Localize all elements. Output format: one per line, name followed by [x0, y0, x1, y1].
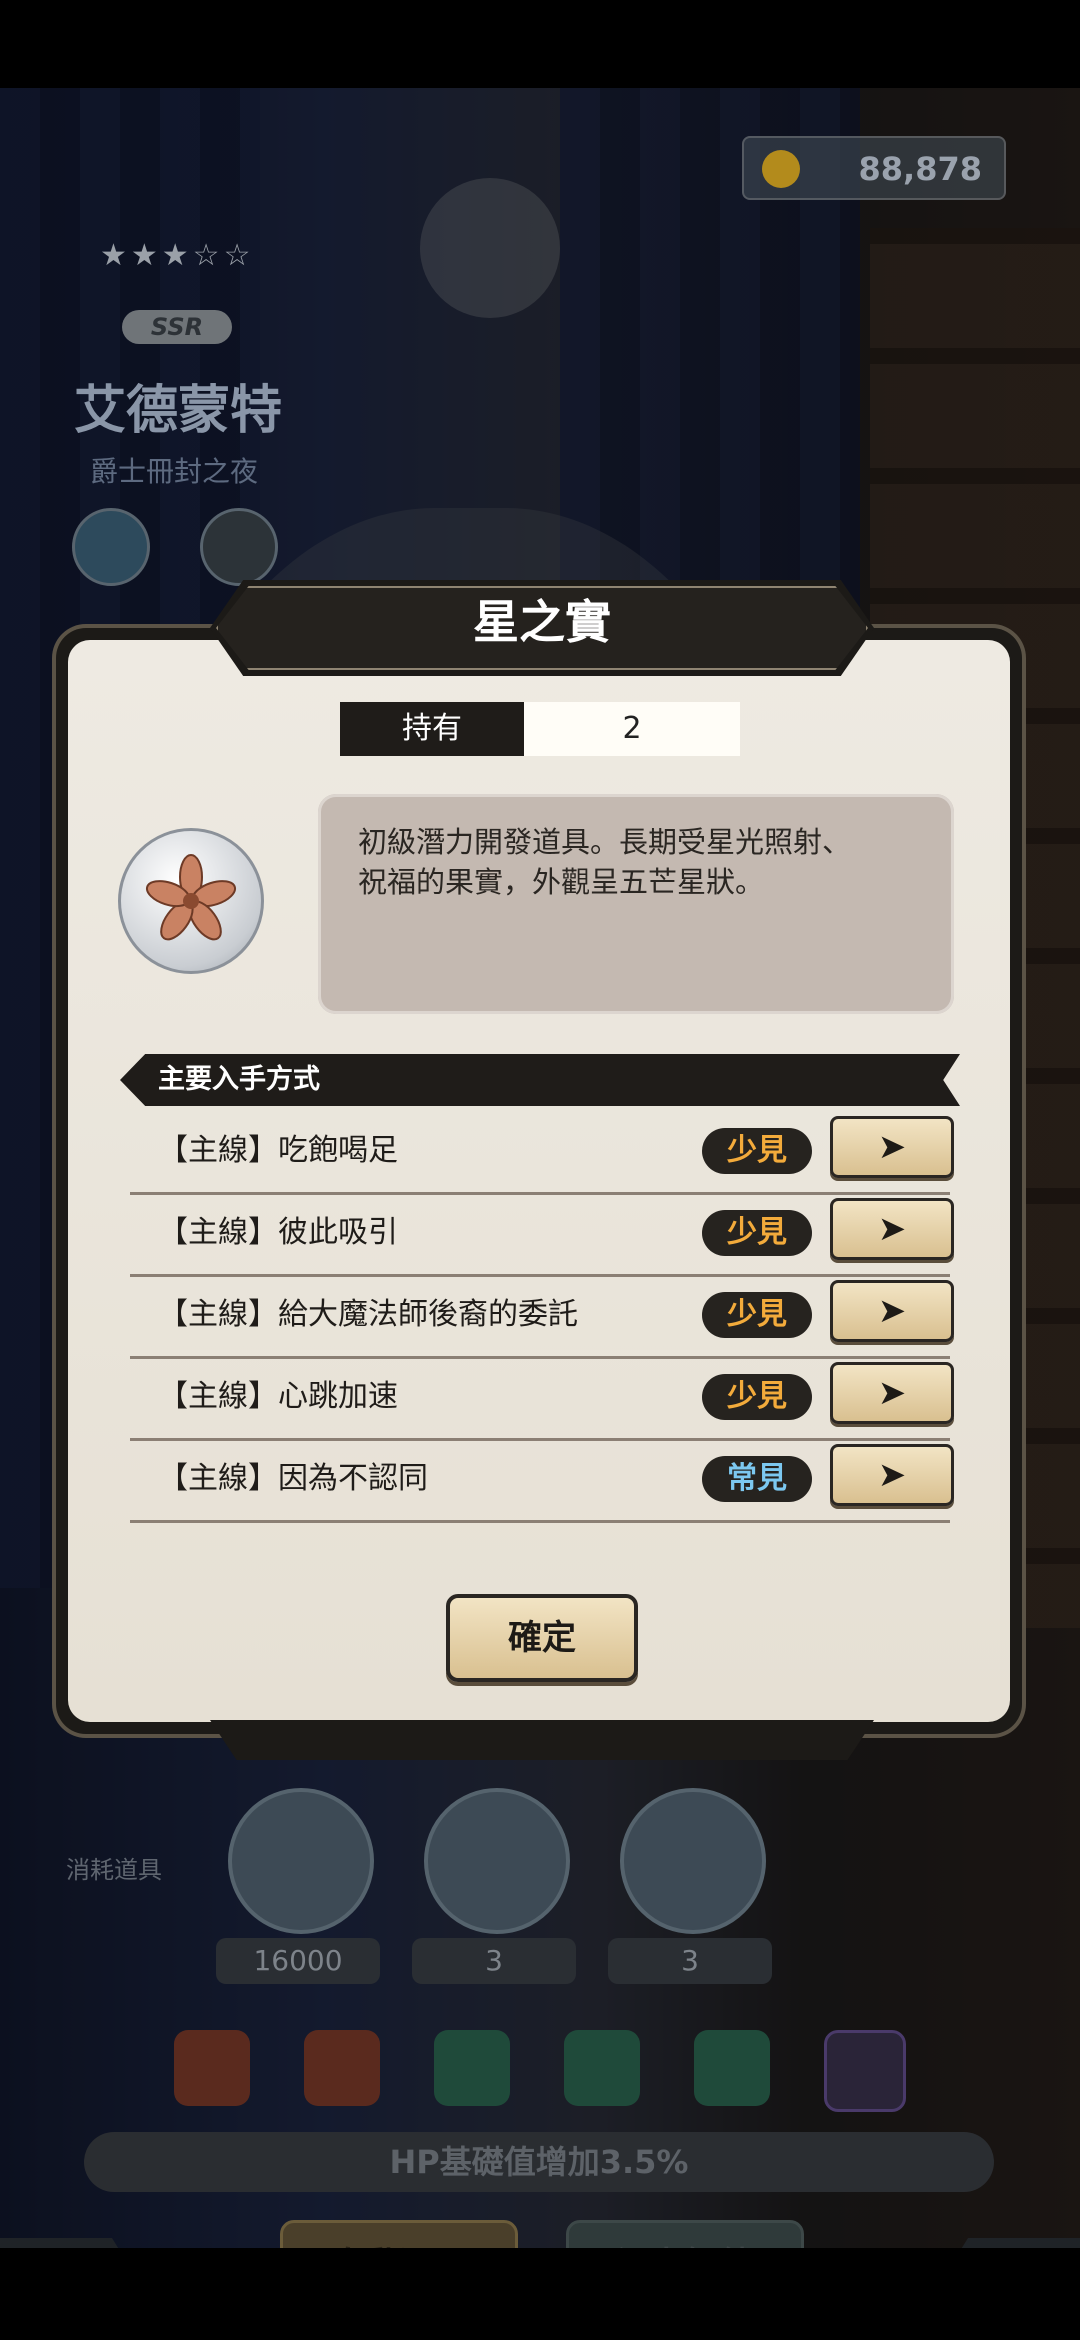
source-row: 【主線】給大魔法師後裔的委託 少見 ➤ [130, 1274, 954, 1359]
go-button[interactable]: ➤ [830, 1444, 954, 1506]
materials-label: 消耗道具 [66, 1856, 162, 1884]
go-button[interactable]: ➤ [830, 1116, 954, 1178]
currency-value: 88,878 [858, 150, 982, 188]
source-row: 【主線】心跳加速 少見 ➤ [130, 1356, 954, 1441]
source-label: 【主線】心跳加速 [158, 1379, 398, 1414]
confirm-button[interactable]: 確定 [446, 1594, 638, 1682]
source-label: 【主線】彼此吸引 [158, 1215, 398, 1250]
source-label: 【主線】因為不認同 [158, 1461, 428, 1496]
acquisition-section-title: 主要入手方式 [158, 1064, 320, 1095]
play-arrow-icon: ➤ [877, 1209, 907, 1249]
dialog-title: 星之實 [473, 595, 611, 649]
unlock-button[interactable]: 潛力解鎖 [566, 2220, 804, 2248]
coin-icon [762, 150, 800, 188]
source-label: 【主線】給大魔法師後裔的委託 [158, 1297, 578, 1332]
source-row: 【主線】吃飽喝足 少見 ➤ [130, 1110, 954, 1195]
character-subtitle: 爵士冊封之夜 [90, 455, 259, 488]
potential-node-5[interactable] [694, 2030, 770, 2106]
frequency-badge: 少見 [702, 1292, 812, 1338]
item-description-box: 初級潛力開發道具。長期受星光照射、 祝福的果實，外觀呈五芒星狀。 [318, 794, 954, 1014]
owned-label: 持有 [340, 702, 524, 756]
material-count-star-fruit: 3 [608, 1938, 772, 1984]
source-row: 【主線】彼此吸引 少見 ➤ [130, 1192, 954, 1277]
lock-icon[interactable] [824, 2030, 906, 2112]
go-button[interactable]: ➤ [830, 1362, 954, 1424]
frequency-badge: 少見 [702, 1210, 812, 1256]
star-rating: ★★★☆☆ [100, 238, 255, 273]
stat-bonus-text: HP基礎值增加3.5% [84, 2132, 994, 2192]
play-arrow-icon: ➤ [877, 1373, 907, 1413]
character-name: 艾德蒙特 [74, 381, 283, 441]
material-count-gold: 16000 [216, 1938, 380, 1984]
material-slot-star-fruit[interactable] [620, 1788, 766, 1934]
frequency-badge: 少見 [702, 1374, 812, 1420]
navigation-bar-area [0, 2248, 1080, 2340]
dialog-title-plate: 星之實 [210, 580, 874, 676]
play-arrow-icon: ➤ [877, 1291, 907, 1331]
star-fruit-icon [118, 828, 264, 974]
material-count-book: 3 [412, 1938, 576, 1984]
material-slot-book[interactable] [424, 1788, 570, 1934]
material-slot-gold[interactable] [228, 1788, 374, 1934]
source-row: 【主線】因為不認同 常見 ➤ [130, 1438, 954, 1523]
frequency-badge: 少見 [702, 1128, 812, 1174]
dialog-bottom-plate [210, 1720, 874, 1760]
play-arrow-icon: ➤ [877, 1455, 907, 1495]
potential-node-4[interactable] [564, 2030, 640, 2106]
weapon-icon[interactable] [200, 508, 278, 586]
go-button[interactable]: ➤ [830, 1198, 954, 1260]
frequency-badge: 常見 [702, 1456, 812, 1502]
item-description: 初級潛力開發道具。長期受星光照射、 祝福的果實，外觀呈五芒星狀。 [358, 825, 852, 899]
currency-display: 88,878 [742, 136, 1006, 200]
rarity-badge: SSR [122, 310, 232, 344]
acquisition-section-header: 主要入手方式 [120, 1054, 960, 1106]
auto-select-button[interactable]: 自動選取 [280, 2220, 518, 2248]
potential-node-3[interactable] [434, 2030, 510, 2106]
potential-node-1[interactable] [174, 2030, 250, 2106]
element-icon[interactable] [72, 508, 150, 586]
potential-node-2[interactable] [304, 2030, 380, 2106]
go-button[interactable]: ➤ [830, 1280, 954, 1342]
play-arrow-icon: ➤ [877, 1127, 907, 1167]
source-label: 【主線】吃飽喝足 [158, 1133, 398, 1168]
owned-value: 2 [524, 702, 740, 756]
status-bar-area [0, 0, 1080, 88]
